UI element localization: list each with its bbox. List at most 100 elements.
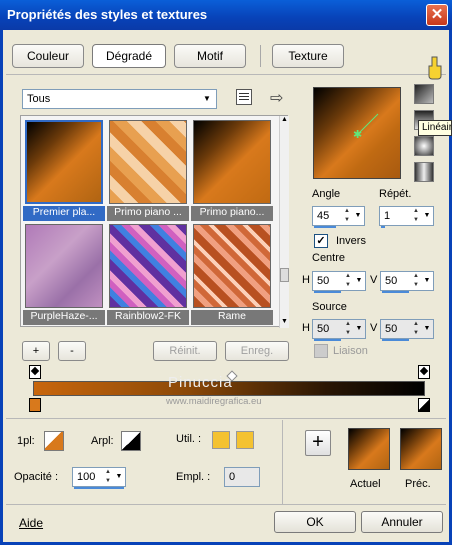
location-field[interactable]: 0 bbox=[224, 467, 260, 487]
spinner-arrows-icon[interactable]: ▲ ▼ bbox=[411, 272, 421, 290]
tab-color[interactable]: Couleur bbox=[12, 44, 84, 68]
repeat-field[interactable]: 1 ▲ ▼ ▼ bbox=[379, 206, 434, 228]
current-label: Actuel bbox=[350, 478, 381, 490]
title-bar: Propriétés des styles et textures ✕ bbox=[0, 0, 452, 30]
gallery-item-label: PurpleHaze-... bbox=[23, 310, 105, 325]
spinner-arrows-icon[interactable]: ▲ ▼ bbox=[103, 468, 113, 486]
angle-slider-bar bbox=[314, 226, 336, 228]
spinner-arrows-icon[interactable]: ▲ ▼ bbox=[343, 320, 353, 338]
add-to-swatches-button[interactable]: + bbox=[305, 430, 331, 456]
previous-swatch[interactable] bbox=[400, 428, 442, 470]
bottom-stop-right[interactable] bbox=[418, 398, 430, 412]
spinner-arrows-icon[interactable]: ▲ ▼ bbox=[342, 207, 352, 225]
gallery-item[interactable]: PurpleHaze-... bbox=[23, 222, 105, 326]
center-h-field[interactable]: 50 ▲ ▼ ▼ bbox=[312, 271, 366, 293]
top-stop-right[interactable] bbox=[418, 365, 430, 379]
gallery-item-label: Premier pla... bbox=[23, 206, 105, 221]
chevron-down-icon[interactable]: ▼ bbox=[354, 322, 364, 336]
source-v-field[interactable]: 50 ▲ ▼ ▼ bbox=[380, 319, 434, 341]
tab-gradient[interactable]: Dégradé bbox=[92, 44, 166, 68]
opacity-label: Opacité : bbox=[14, 471, 59, 483]
center-v-value: 50 bbox=[385, 275, 398, 287]
close-icon: ✕ bbox=[430, 6, 444, 23]
reset-label: Réinit. bbox=[169, 345, 201, 357]
gallery-item[interactable]: Rame bbox=[191, 222, 273, 326]
chevron-down-icon[interactable]: ▼ bbox=[422, 209, 432, 223]
user-color-swatch[interactable] bbox=[212, 431, 230, 449]
opacity-slider-bar bbox=[74, 487, 124, 489]
scroll-up-icon[interactable]: ▲ bbox=[280, 116, 289, 126]
bottom-stop-left[interactable] bbox=[29, 398, 41, 412]
spinner-arrows-icon[interactable]: ▲ ▼ bbox=[411, 320, 421, 338]
center-h-value: 50 bbox=[317, 275, 330, 287]
opacity-field[interactable]: 100 ▲ ▼ ▼ bbox=[72, 467, 126, 489]
tooltip: Linéaire bbox=[418, 120, 452, 136]
center-v-label: V bbox=[370, 274, 378, 286]
top-stop-left[interactable] bbox=[29, 365, 41, 379]
gradient-preview[interactable]: ✱ bbox=[313, 87, 401, 179]
center-v-field[interactable]: 50 ▲ ▼ ▼ bbox=[380, 271, 434, 293]
background-label: Arpl: bbox=[91, 435, 114, 447]
list-view-icon[interactable] bbox=[236, 89, 252, 105]
reset-button[interactable]: Réinit. bbox=[153, 341, 217, 361]
close-button[interactable]: ✕ bbox=[426, 4, 448, 26]
radial-gradient-type-button[interactable] bbox=[414, 136, 434, 156]
spinner-arrows-icon[interactable]: ▲ ▼ bbox=[343, 272, 353, 290]
angle-value: 45 bbox=[317, 210, 330, 222]
user-color-swatch[interactable] bbox=[236, 431, 254, 449]
save-button[interactable]: Enreg. bbox=[225, 341, 289, 361]
invert-checkbox[interactable]: ✓ bbox=[314, 234, 328, 248]
gallery-item[interactable]: Primo piano... bbox=[191, 118, 273, 222]
tab-pattern[interactable]: Motif bbox=[174, 44, 246, 68]
gradient-thumbnail bbox=[25, 120, 103, 204]
gallery-scrollbar[interactable]: ▲ ▼ bbox=[279, 116, 289, 328]
background-stop-button[interactable] bbox=[121, 431, 141, 451]
opacity-value: 100 bbox=[77, 471, 96, 483]
add-preset-label: + bbox=[32, 345, 40, 357]
invert-label: Invers bbox=[336, 235, 366, 247]
gallery-item[interactable]: Premier pla... bbox=[23, 118, 105, 222]
foreground-stop-button[interactable] bbox=[44, 431, 64, 451]
source-h-field[interactable]: 50 ▲ ▼ ▼ bbox=[312, 319, 366, 341]
source-h-slider-bar bbox=[314, 339, 341, 341]
gallery-item[interactable]: Primo piano ... bbox=[107, 118, 189, 222]
cancel-button[interactable]: Annuler bbox=[361, 511, 443, 533]
gradient-gallery: Premier pla... Primo piano ... Primo pia… bbox=[20, 115, 289, 328]
ok-button[interactable]: OK bbox=[274, 511, 356, 533]
sunburst-gradient-type-button[interactable] bbox=[414, 162, 434, 182]
spinner-arrows-icon[interactable]: ▲ ▼ bbox=[411, 207, 421, 225]
cancel-label: Annuler bbox=[381, 515, 423, 529]
current-swatch[interactable] bbox=[348, 428, 390, 470]
chevron-down-icon[interactable]: ▼ bbox=[354, 274, 364, 288]
gradient-thumbnail bbox=[109, 224, 187, 308]
chevron-down-icon[interactable]: ▼ bbox=[353, 209, 363, 223]
linear-gradient-type-button[interactable] bbox=[414, 84, 434, 104]
previous-label: Préc. bbox=[405, 478, 431, 490]
help-link[interactable]: Aide bbox=[19, 516, 43, 530]
tab-separator bbox=[260, 45, 261, 67]
divider bbox=[6, 418, 446, 419]
remove-preset-label: - bbox=[70, 345, 74, 357]
location-label: Empl. : bbox=[176, 471, 211, 483]
category-select[interactable]: Tous ▼ bbox=[22, 89, 217, 109]
link-checkbox[interactable] bbox=[314, 344, 328, 358]
svg-text:✱: ✱ bbox=[353, 128, 362, 141]
source-v-value: 50 bbox=[385, 323, 398, 335]
foreground-label: 1pl: bbox=[17, 435, 35, 447]
center-v-slider-bar bbox=[382, 291, 409, 293]
scrollbar-thumb[interactable] bbox=[280, 268, 289, 282]
add-preset-button[interactable]: + bbox=[22, 341, 50, 361]
arrow-right-icon[interactable]: ⇨ bbox=[270, 88, 283, 108]
chevron-down-icon[interactable]: ▼ bbox=[422, 274, 432, 288]
scroll-down-icon[interactable]: ▼ bbox=[280, 318, 289, 328]
remove-preset-button[interactable]: - bbox=[58, 341, 86, 361]
source-h-label: H bbox=[302, 322, 310, 334]
chevron-down-icon[interactable]: ▼ bbox=[114, 470, 124, 484]
category-select-value: Tous bbox=[27, 93, 51, 105]
angle-field[interactable]: 45 ▲ ▼ ▼ bbox=[312, 206, 365, 228]
chevron-down-icon[interactable]: ▼ bbox=[422, 322, 432, 336]
gallery-item[interactable]: Rainblow2-FK bbox=[107, 222, 189, 326]
save-label: Enreg. bbox=[240, 345, 274, 357]
repeat-value: 1 bbox=[384, 210, 391, 222]
tab-texture[interactable]: Texture bbox=[272, 44, 344, 68]
